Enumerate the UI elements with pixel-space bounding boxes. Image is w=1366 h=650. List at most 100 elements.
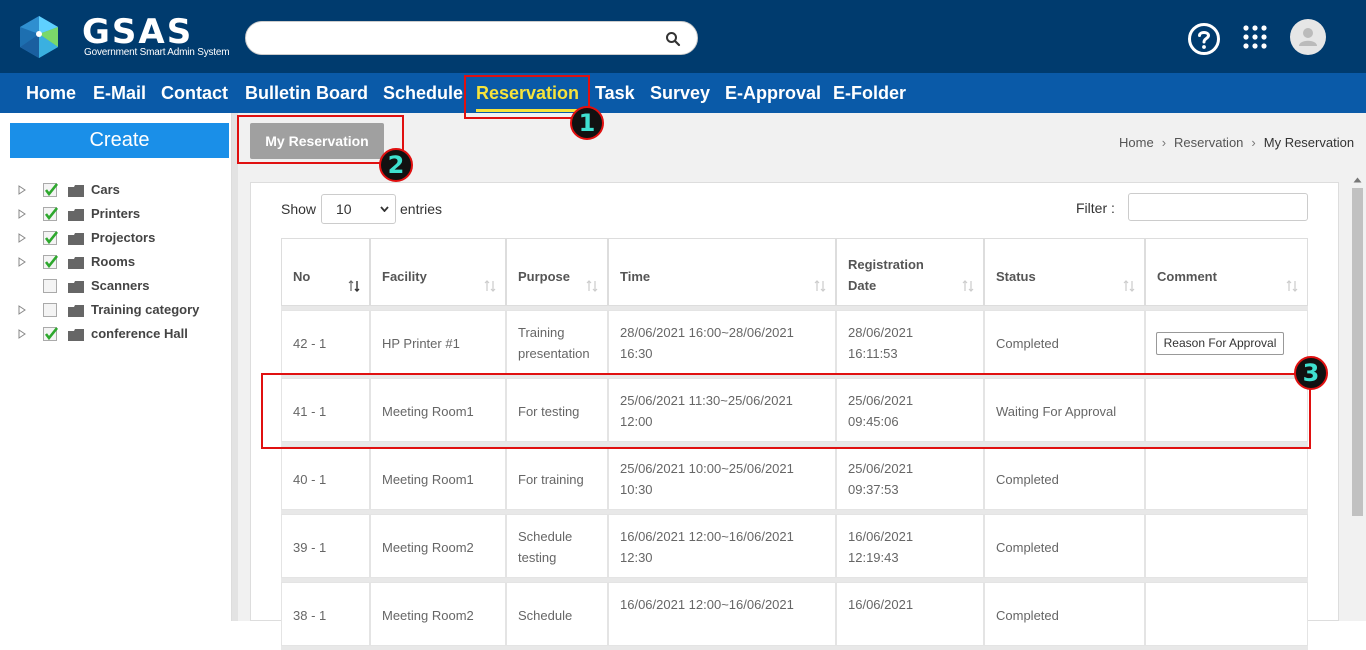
cell-text: 16/06/2021 12:00~16/06/2021 xyxy=(620,597,794,612)
create-button[interactable]: Create xyxy=(10,123,229,158)
header-label: Time xyxy=(620,269,651,284)
tree-label: Cars xyxy=(91,182,120,197)
cell-text: 16/06/2021 xyxy=(848,597,914,612)
cell-no: 38 - 1 xyxy=(281,582,370,646)
cell-text: 28/06/2021 xyxy=(848,325,914,340)
expand-arrow-icon[interactable] xyxy=(18,305,26,315)
cell-text: Completed xyxy=(996,472,1059,487)
breadcrumb-separator-icon: › xyxy=(1161,135,1167,150)
cell-text: 42 - 1 xyxy=(293,336,327,351)
header-purpose[interactable]: Purpose xyxy=(506,238,608,306)
scrollbar-thumb[interactable] xyxy=(1352,188,1363,516)
sort-icon xyxy=(962,280,974,292)
checkbox[interactable] xyxy=(43,183,58,197)
checkbox[interactable] xyxy=(43,303,57,317)
folder-icon xyxy=(68,185,84,197)
cell-text: Meeting Room1 xyxy=(382,472,474,487)
cell-comment xyxy=(1145,446,1308,510)
cell-facility: HP Printer #1 xyxy=(370,310,506,374)
nav-task[interactable]: Task xyxy=(595,83,635,104)
header-label: Purpose xyxy=(518,269,571,284)
tree-label: Scanners xyxy=(91,278,150,293)
cell-text: Schedule xyxy=(518,608,573,623)
search-input[interactable] xyxy=(245,21,698,55)
checkbox[interactable] xyxy=(43,231,58,245)
scroll-up-arrow-icon[interactable] xyxy=(1353,177,1362,183)
checkbox[interactable] xyxy=(43,279,57,293)
cell-text: 16/06/2021 xyxy=(848,529,914,544)
header-label: Comment xyxy=(1157,269,1217,284)
logo-gem-icon xyxy=(20,16,58,58)
nav-email[interactable]: E-Mail xyxy=(93,83,146,104)
checkmark-icon xyxy=(44,231,58,245)
breadcrumb-home[interactable]: Home xyxy=(1119,135,1154,150)
folder-icon xyxy=(68,209,84,221)
cell-text: 38 - 1 xyxy=(293,608,327,623)
filter-input[interactable] xyxy=(1128,193,1308,221)
row-divider xyxy=(281,646,1308,650)
header-facility[interactable]: Facility xyxy=(370,238,506,306)
tree-item-scanners[interactable]: Scanners xyxy=(18,277,228,297)
search-icon[interactable] xyxy=(665,31,681,47)
cell-purpose: For training xyxy=(506,446,608,510)
cell-comment xyxy=(1145,582,1308,646)
cell-purpose: Schedule xyxy=(506,582,608,646)
chevron-down-icon xyxy=(380,206,389,212)
header-registration-date[interactable]: Registration Date xyxy=(836,238,984,306)
tree-item-training-category[interactable]: Training category xyxy=(18,301,228,321)
cell-text: 10:30 xyxy=(620,482,653,497)
nav-e-folder[interactable]: E-Folder xyxy=(833,83,906,104)
breadcrumb-current: My Reservation xyxy=(1263,135,1355,150)
tree-item-projectors[interactable]: Projectors xyxy=(18,229,228,249)
cell-time: 16/06/2021 12:00~16/06/2021 xyxy=(608,582,836,646)
header-status[interactable]: Status xyxy=(984,238,1145,306)
expand-arrow-icon[interactable] xyxy=(18,329,26,339)
step-marker-3: 3 xyxy=(1294,356,1328,390)
checkbox[interactable] xyxy=(43,207,58,221)
reason-for-approval-button[interactable]: Reason For Approval xyxy=(1156,332,1284,355)
checkbox[interactable] xyxy=(43,327,58,341)
checkbox[interactable] xyxy=(43,255,58,269)
nav-survey[interactable]: Survey xyxy=(650,83,710,104)
expand-arrow-icon[interactable] xyxy=(18,209,26,219)
expand-arrow-icon[interactable] xyxy=(18,185,26,195)
user-avatar[interactable] xyxy=(1290,19,1326,55)
expand-arrow-icon[interactable] xyxy=(18,257,26,267)
nav-contact[interactable]: Contact xyxy=(161,83,228,104)
cell-comment xyxy=(1145,514,1308,578)
sort-icon xyxy=(814,280,826,292)
cell-no: 40 - 1 xyxy=(281,446,370,510)
tree-item-printers[interactable]: Printers xyxy=(18,205,228,225)
header-no[interactable]: No xyxy=(281,238,370,306)
nav-home[interactable]: Home xyxy=(26,83,76,104)
header-comment[interactable]: Comment xyxy=(1145,238,1308,306)
nav-schedule[interactable]: Schedule xyxy=(383,83,463,104)
header-label-line1: Registration xyxy=(848,257,924,272)
logo-text: GSAS xyxy=(82,12,194,52)
cell-facility: Meeting Room2 xyxy=(370,514,506,578)
tree-item-conference-hall[interactable]: conference Hall xyxy=(18,325,228,345)
cell-text: 40 - 1 xyxy=(293,472,327,487)
cell-reg: 25/06/2021 09:37:53 xyxy=(836,446,984,510)
help-icon[interactable] xyxy=(1187,22,1221,56)
header-time[interactable]: Time xyxy=(608,238,836,306)
gsas-logo[interactable]: GSAS Government Smart Admin System xyxy=(16,12,230,62)
apps-grid-icon[interactable] xyxy=(1242,24,1268,50)
cell-text: Completed xyxy=(996,540,1059,555)
nav-e-approval[interactable]: E-Approval xyxy=(725,83,821,104)
folder-icon xyxy=(68,233,84,245)
tree-item-cars[interactable]: Cars xyxy=(18,181,228,201)
annotation-box-my-reservation xyxy=(237,115,404,164)
entries-select[interactable]: 10 xyxy=(321,194,396,224)
checkmark-icon xyxy=(44,207,58,221)
nav-bulletin-board[interactable]: Bulletin Board xyxy=(245,83,368,104)
tree-item-rooms[interactable]: Rooms xyxy=(18,253,228,273)
show-label: Show xyxy=(281,201,317,217)
cell-status: Completed xyxy=(984,514,1145,578)
step-marker-2: 2 xyxy=(379,148,413,182)
breadcrumb-reservation[interactable]: Reservation xyxy=(1174,135,1243,150)
sort-icon xyxy=(1123,280,1135,292)
checkmark-icon xyxy=(44,183,58,197)
expand-arrow-icon[interactable] xyxy=(18,233,26,243)
sort-icon xyxy=(1286,280,1298,292)
